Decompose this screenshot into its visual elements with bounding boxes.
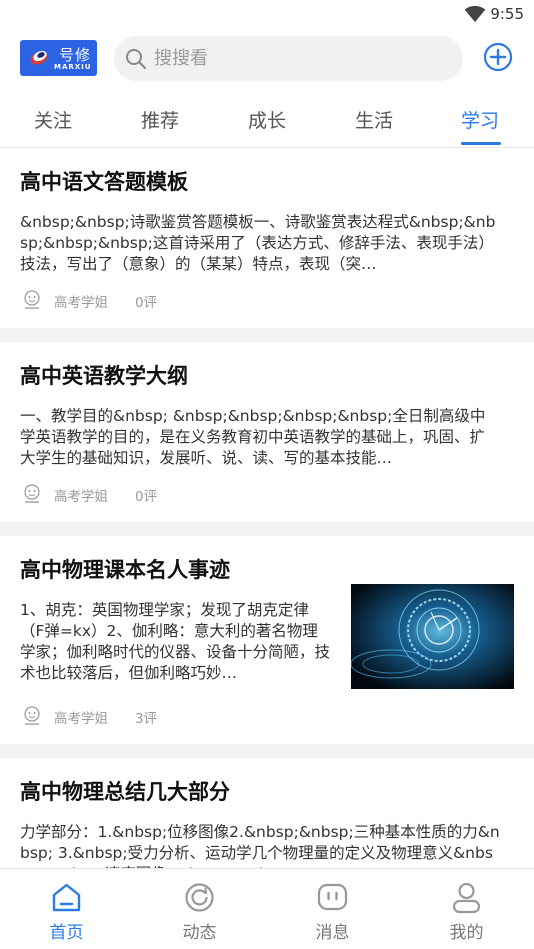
nav-activity[interactable]: 动态: [133, 869, 266, 949]
author-avatar-icon[interactable]: [20, 482, 44, 506]
article-card[interactable]: 高中物理课本名人事迹 1、胡克：英国物理学家；发现了胡克定律（F弹=kx）2、伽…: [0, 536, 534, 744]
article-excerpt: 1、胡克：英国物理学家；发现了胡克定律（F弹=kx）2、伽利略：意大利的著名物理…: [20, 601, 331, 682]
comment-count: 3评: [135, 711, 158, 727]
author-avatar-icon[interactable]: [20, 704, 44, 728]
card-divider: [0, 522, 534, 536]
search-icon: [126, 49, 147, 70]
nav-label: 我的: [449, 923, 484, 943]
message-icon: [317, 883, 348, 911]
search-box[interactable]: [114, 36, 463, 81]
bottom-navigation: 首页 动态 消息 我的: [0, 868, 534, 949]
nav-label: 动态: [182, 923, 217, 943]
tab-recommend[interactable]: 推荐: [141, 106, 179, 133]
active-tab-indicator: [461, 142, 501, 145]
logo-mark-icon: [30, 50, 48, 65]
wifi-icon: [464, 5, 486, 23]
profile-icon: [452, 882, 481, 914]
top-bar: 号修 MARXIU: [0, 34, 534, 84]
article-feed: 高中语文答题模板 &nbsp;&nbsp;诗歌鉴赏答题模板一、诗歌鉴赏表达程式&…: [0, 148, 534, 868]
logo-text-en: MARXIU: [54, 63, 92, 71]
category-tabs: 关注 推荐 成长 生活 学习: [0, 96, 534, 148]
article-title[interactable]: 高中语文答题模板: [20, 166, 188, 196]
author-name[interactable]: 高考学姐: [54, 291, 108, 311]
article-title[interactable]: 高中英语教学大纲: [20, 360, 188, 390]
add-button[interactable]: [483, 42, 513, 72]
article-excerpt: &nbsp;&nbsp;诗歌鉴赏答题模板一、诗歌鉴赏表达程式&nbsp;&nbs…: [20, 213, 496, 273]
tab-growth[interactable]: 成长: [248, 106, 286, 133]
article-card[interactable]: 高中物理总结几大部分 力学部分：1.&nbsp;位移图像2.&nbsp;&nbs…: [0, 758, 534, 868]
nav-messages[interactable]: 消息: [266, 869, 399, 949]
tab-follow[interactable]: 关注: [34, 106, 72, 133]
comment-count: 0评: [135, 295, 158, 311]
card-divider: [0, 744, 534, 758]
search-input[interactable]: [154, 36, 444, 81]
nav-home[interactable]: 首页: [0, 869, 133, 949]
tab-study[interactable]: 学习: [461, 106, 499, 133]
author-name[interactable]: 高考学姐: [54, 485, 108, 505]
nav-label: 消息: [315, 923, 350, 943]
home-icon: [52, 883, 81, 912]
author-avatar-icon[interactable]: [20, 288, 44, 312]
article-excerpt: 力学部分：1.&nbsp;位移图像2.&nbsp;&nbsp;三种基本性质的力&…: [20, 823, 500, 868]
comment-count: 0评: [135, 489, 158, 505]
article-card[interactable]: 高中语文答题模板 &nbsp;&nbsp;诗歌鉴赏答题模板一、诗歌鉴赏表达程式&…: [0, 148, 534, 328]
article-title[interactable]: 高中物理课本名人事迹: [20, 554, 230, 584]
app-logo[interactable]: 号修 MARXIU: [20, 40, 97, 76]
status-bar: 9:55: [0, 0, 534, 30]
status-time: 9:55: [490, 5, 524, 23]
nav-label: 首页: [49, 923, 84, 943]
article-card[interactable]: 高中英语教学大纲 一、教学目的&nbsp; &nbsp;&nbsp;&nbsp;…: [0, 342, 534, 522]
article-excerpt: 一、教学目的&nbsp; &nbsp;&nbsp;&nbsp;&nbsp;全日制…: [20, 407, 486, 467]
article-title[interactable]: 高中物理总结几大部分: [20, 776, 230, 806]
refresh-icon: [185, 883, 214, 912]
author-name[interactable]: 高考学姐: [54, 707, 108, 727]
logo-text-cn: 号修: [59, 46, 92, 64]
article-thumbnail[interactable]: [351, 584, 514, 689]
nav-profile[interactable]: 我的: [400, 869, 533, 949]
card-divider: [0, 328, 534, 342]
tab-life[interactable]: 生活: [355, 106, 393, 133]
